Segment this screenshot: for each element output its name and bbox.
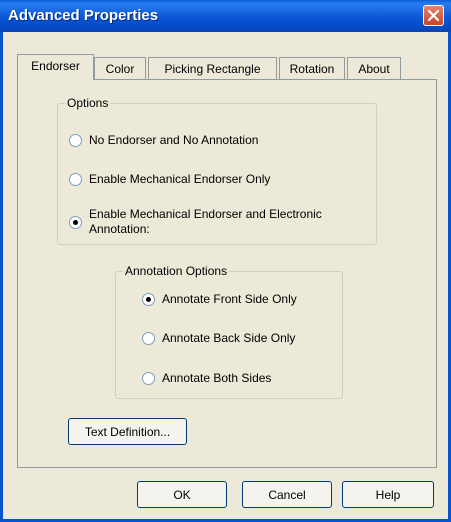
tab-picking-rectangle-label: Picking Rectangle <box>164 62 261 76</box>
close-icon <box>427 9 440 22</box>
radio-mechanical-only-button[interactable] <box>69 173 82 186</box>
ok-button-label: OK <box>173 488 191 502</box>
cancel-button-label: Cancel <box>268 488 306 502</box>
radio-mechanical-only[interactable]: Enable Mechanical Endorser Only <box>69 171 329 189</box>
tab-color-label: Color <box>105 62 135 76</box>
tab-picking-rectangle[interactable]: Picking Rectangle <box>148 57 277 79</box>
cancel-button[interactable]: Cancel <box>242 481 332 508</box>
tab-rotation[interactable]: Rotation <box>279 57 345 79</box>
window-title: Advanced Properties <box>8 7 159 24</box>
radio-annotate-back[interactable]: Annotate Back Side Only <box>142 330 332 348</box>
options-group-label: Options <box>65 96 111 110</box>
radio-annotate-front[interactable]: Annotate Front Side Only <box>142 291 332 309</box>
ok-button[interactable]: OK <box>137 481 227 508</box>
radio-annotate-back-label: Annotate Back Side Only <box>162 331 296 345</box>
tab-color[interactable]: Color <box>94 57 146 79</box>
help-button[interactable]: Help <box>342 481 434 508</box>
tab-endorser[interactable]: Endorser <box>17 54 94 80</box>
close-button[interactable] <box>423 5 444 26</box>
tab-about[interactable]: About <box>347 57 401 79</box>
radio-annotate-both[interactable]: Annotate Both Sides <box>142 370 332 388</box>
radio-no-endorser[interactable]: No Endorser and No Annotation <box>69 132 329 150</box>
radio-no-endorser-label: No Endorser and No Annotation <box>89 133 259 147</box>
tab-rotation-label: Rotation <box>289 62 335 76</box>
tab-endorser-label: Endorser <box>31 59 80 73</box>
radio-mechanical-and-electronic-button[interactable] <box>69 216 82 229</box>
text-definition-button-label: Text Definition... <box>84 425 171 439</box>
tab-about-label: About <box>358 62 390 76</box>
radio-mechanical-only-label: Enable Mechanical Endorser Only <box>89 172 271 186</box>
radio-mechanical-and-electronic[interactable]: Enable Mechanical Endorser and Electroni… <box>69 207 369 239</box>
help-button-label: Help <box>375 488 401 502</box>
radio-mechanical-and-electronic-label-line1: Enable Mechanical Endorser and Electroni… <box>89 207 322 221</box>
title-bar[interactable]: Advanced Properties <box>0 0 451 32</box>
radio-annotate-both-label: Annotate Both Sides <box>162 371 272 385</box>
radio-annotate-front-button[interactable] <box>142 293 155 306</box>
radio-mechanical-and-electronic-label-line2: Annotation: <box>89 222 150 236</box>
annotation-options-group-label: Annotation Options <box>123 264 230 278</box>
radio-annotate-front-label: Annotate Front Side Only <box>162 292 297 306</box>
text-definition-button[interactable]: Text Definition... <box>68 418 187 445</box>
radio-no-endorser-button[interactable] <box>69 134 82 147</box>
radio-annotate-both-button[interactable] <box>142 372 155 385</box>
radio-annotate-back-button[interactable] <box>142 332 155 345</box>
